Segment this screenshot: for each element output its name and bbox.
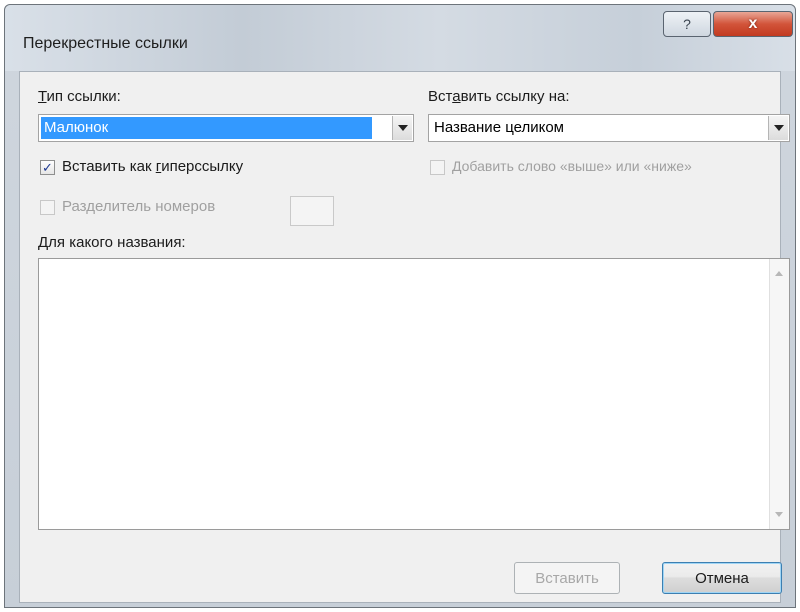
ref-type-value: Малюнок (41, 117, 372, 139)
checkmark-icon: ✓ (42, 160, 53, 175)
number-separator-checkbox[interactable] (40, 200, 55, 215)
ref-type-dropdown-arrow[interactable] (392, 116, 412, 140)
insert-ref-to-label: Вставить ссылку на: (428, 88, 570, 105)
chevron-down-icon (397, 125, 408, 131)
for-which-caption-label: Для какого названия: (38, 234, 186, 251)
dialog-content: Тип ссылки: Малюнок Вставить ссылку на: … (19, 71, 790, 603)
number-separator-label: Разделитель номеров (62, 198, 216, 215)
scroll-up-icon[interactable] (775, 271, 783, 276)
insert-as-hyperlink-label[interactable]: Вставить как гиперссылку (62, 158, 243, 175)
insert-as-hyperlink-checkbox[interactable]: ✓ (40, 160, 55, 175)
close-icon: x (748, 15, 758, 32)
close-button[interactable]: x (713, 11, 793, 37)
dialog-window: Перекрестные ссылки ? x Тип ссылки: Малю… (4, 4, 796, 608)
chevron-down-icon (773, 125, 784, 131)
number-separator-input[interactable] (290, 196, 334, 226)
caption-list[interactable] (38, 258, 790, 530)
ref-type-label: Тип ссылки: (38, 88, 121, 105)
add-above-below-label: Добавить слово «выше» или «ниже» (452, 158, 692, 174)
dialog-title: Перекрестные ссылки (23, 35, 188, 52)
help-button[interactable]: ? (663, 11, 711, 37)
ref-type-dropdown[interactable]: Малюнок (38, 114, 414, 142)
title-bar[interactable]: Перекрестные ссылки ? x (5, 5, 795, 71)
insert-ref-to-dropdown[interactable]: Название целиком (428, 114, 790, 142)
add-above-below-checkbox[interactable] (430, 160, 445, 175)
cancel-button[interactable]: Отмена (662, 562, 782, 594)
insert-ref-to-value: Название целиком (434, 119, 564, 136)
scroll-down-icon[interactable] (775, 512, 783, 517)
insert-ref-to-dropdown-arrow[interactable] (768, 116, 788, 140)
caption-list-scrollbar[interactable] (769, 259, 789, 529)
help-icon: ? (683, 16, 691, 32)
insert-button[interactable]: Вставить (514, 562, 620, 594)
